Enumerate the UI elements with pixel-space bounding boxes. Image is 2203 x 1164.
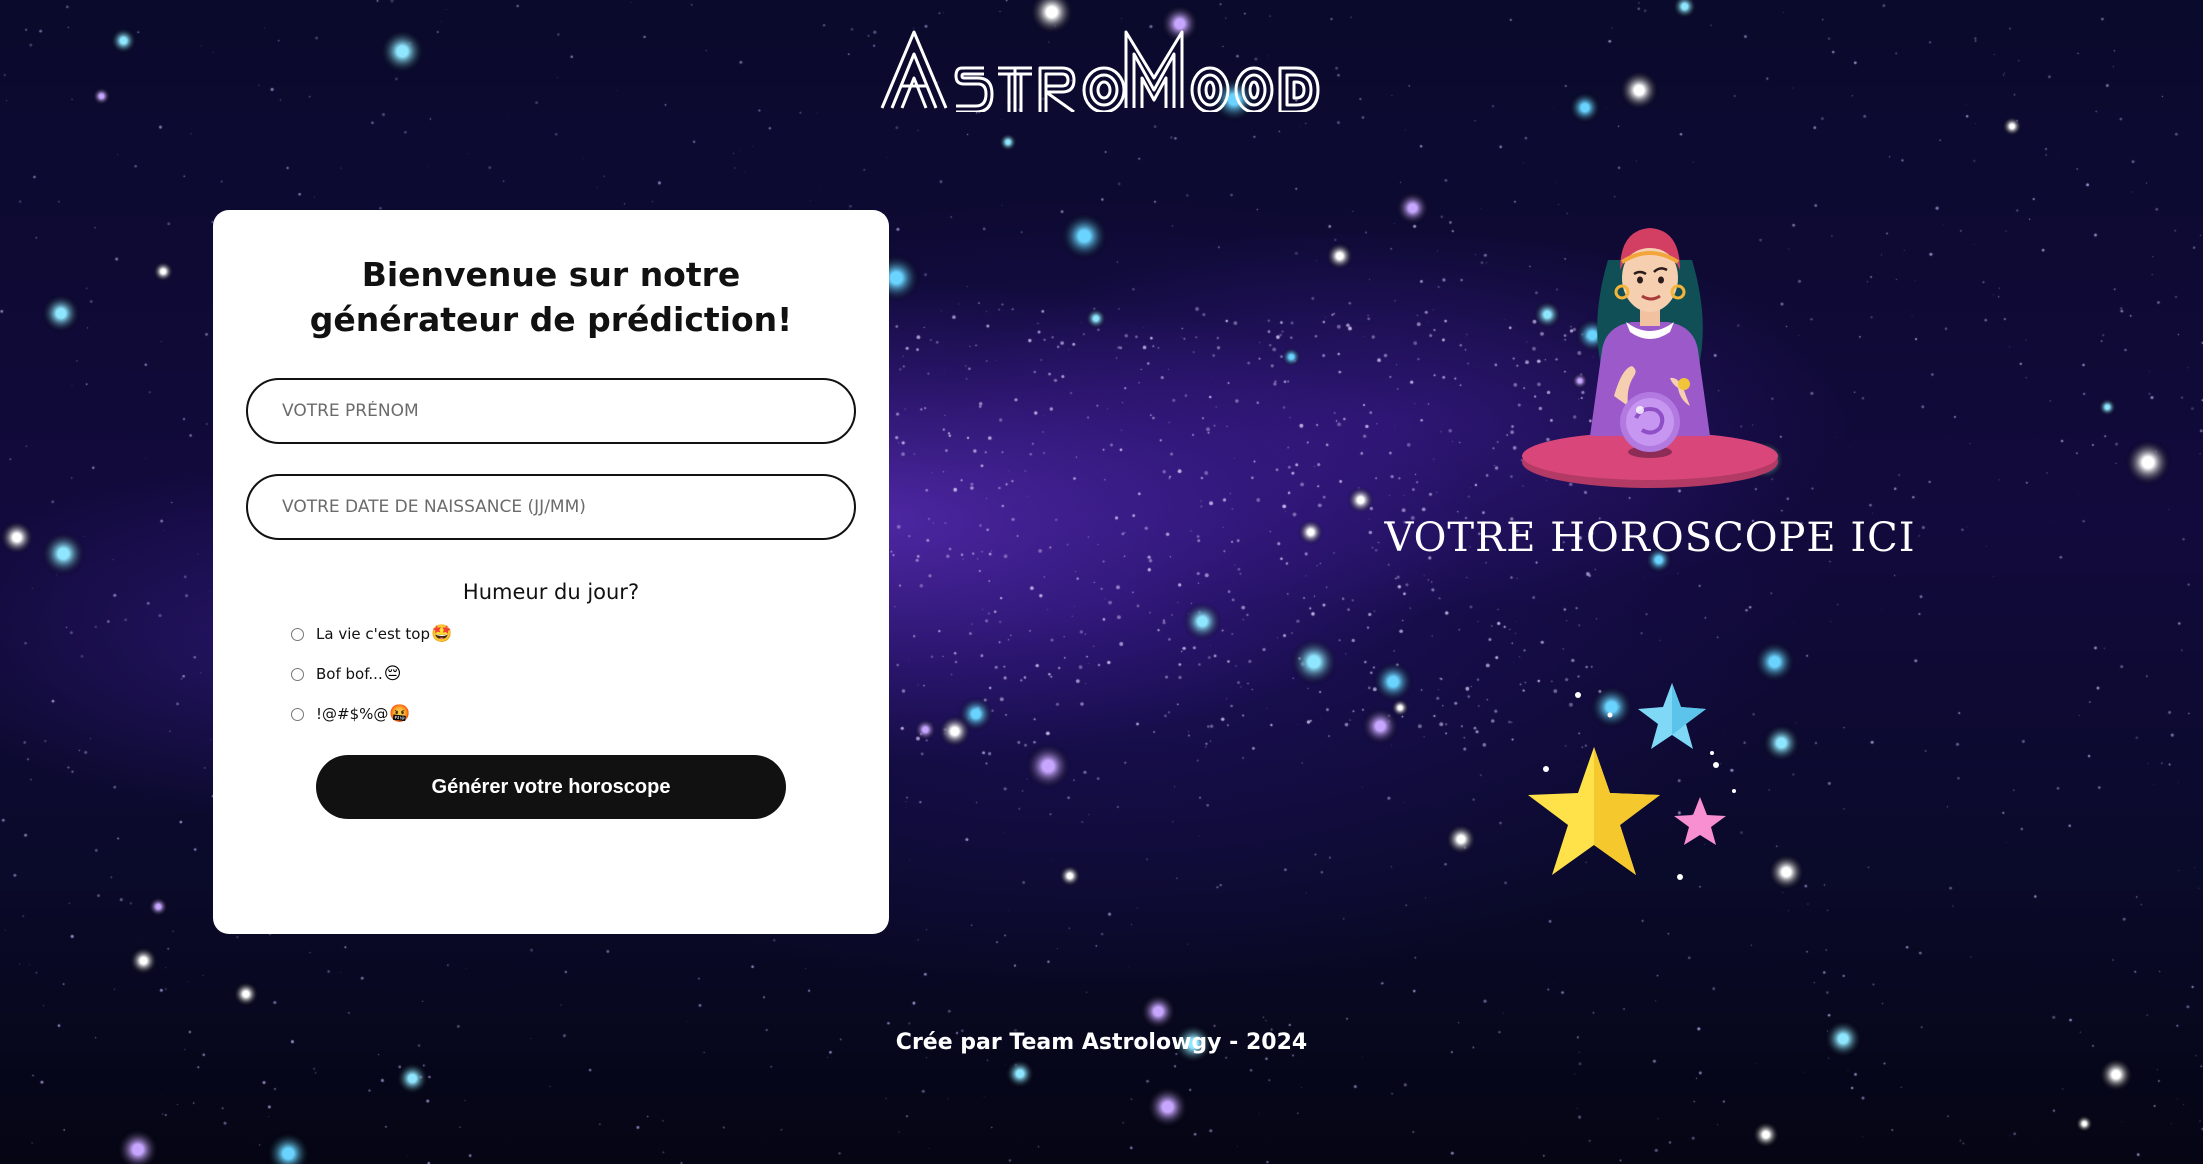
mood-option-label: La vie c'est top <box>316 625 431 643</box>
astromood-logo <box>880 30 1320 112</box>
mood-radio-top[interactable] <box>291 627 304 641</box>
star-struck-emoji-icon: 🤩 <box>431 624 453 644</box>
mood-question: Humeur du jour? <box>462 580 640 604</box>
form-title: Bienvenue sur notre générateur de prédic… <box>309 255 793 339</box>
mood-radio-angry[interactable] <box>291 707 304 721</box>
pensive-face-emoji-icon: 😔 <box>383 664 402 684</box>
birthdate-input[interactable] <box>246 474 856 540</box>
footer-credit: Crée par Team Astrolowgy - 2024 <box>895 1030 1308 1055</box>
fortune-teller-illustration <box>1522 228 1778 488</box>
mood-option-label: Bof bof... <box>316 665 383 683</box>
mood-option-label: !@#$%@ <box>316 705 389 723</box>
generate-horoscope-button[interactable]: Générer votre horoscope <box>316 755 786 819</box>
mood-option-top[interactable]: La vie c'est top 🤩 <box>291 620 452 648</box>
horoscope-result-placeholder: Votre horoscope ici <box>1384 515 1916 561</box>
mood-radio-bof[interactable] <box>291 667 304 681</box>
mood-option-bof[interactable]: Bof bof... 😔 <box>291 660 401 688</box>
mood-option-angry[interactable]: !@#$%@ 🤬 <box>291 700 411 728</box>
stars-decoration-icon <box>1528 683 1736 880</box>
prediction-form-card: Bienvenue sur notre générateur de prédic… <box>213 210 889 934</box>
cursing-face-emoji-icon: 🤬 <box>389 704 411 724</box>
first-name-input[interactable] <box>246 378 856 444</box>
